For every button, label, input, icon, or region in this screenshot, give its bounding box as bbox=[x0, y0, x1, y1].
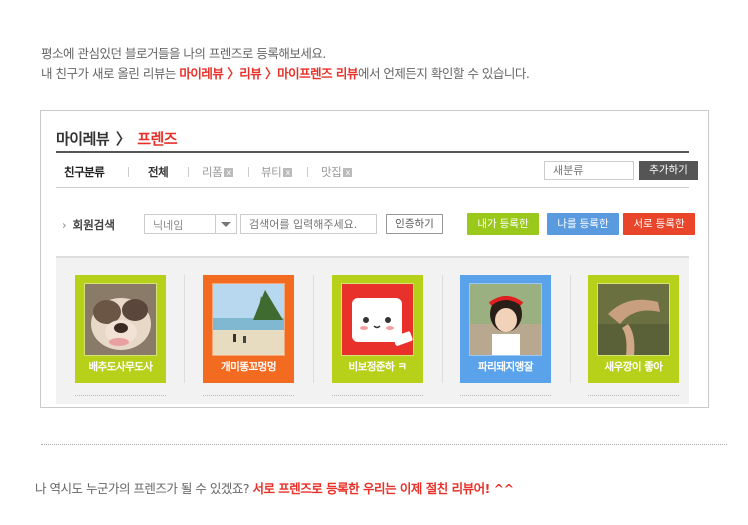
tab-divider bbox=[188, 167, 189, 177]
friend-avatar-puppy[interactable] bbox=[84, 283, 157, 356]
tab-divider bbox=[248, 167, 249, 177]
panel-title: 마이레뷰 〉 프렌즈 bbox=[56, 128, 178, 149]
section-divider bbox=[41, 444, 727, 445]
intro-path-highlight: 마이레뷰 〉리뷰 〉마이프렌즈 리뷰 bbox=[179, 66, 358, 81]
close-icon[interactable]: x bbox=[343, 168, 353, 177]
friend-avatar-character[interactable] bbox=[341, 283, 414, 356]
card-divider bbox=[570, 275, 571, 383]
card-divider bbox=[313, 275, 314, 383]
category-tabs: 친구분류 전체 리폼x 뷰티x 맛집x 추가하기 bbox=[56, 161, 698, 185]
search-type-select[interactable]: 닉네임 bbox=[144, 214, 237, 234]
friend-avatar-beach[interactable] bbox=[212, 283, 285, 356]
tab-reform-label: 리폼 bbox=[202, 165, 223, 179]
outro-text: 나 역시도 누군가의 프렌즈가 될 수 있겠죠? 서로 프렌즈로 등록한 우리는… bbox=[35, 478, 514, 497]
tab-all[interactable]: 전체 bbox=[148, 164, 169, 180]
friend-card[interactable]: 새우깡이 좋아 bbox=[588, 275, 679, 383]
tabs-divider bbox=[56, 187, 689, 188]
card-underline bbox=[203, 395, 294, 397]
member-search-bar: › 회원검색 닉네임 인증하기 내가 등록한 나를 등록한 서로 등록한 bbox=[56, 212, 696, 238]
chevron-right-icon: › bbox=[62, 218, 67, 232]
filter-registered-me-button[interactable]: 나를 등록한 bbox=[547, 213, 619, 235]
new-category-input[interactable] bbox=[544, 161, 634, 180]
friend-avatar-girl[interactable] bbox=[469, 283, 542, 356]
card-underline bbox=[332, 395, 423, 397]
card-underline bbox=[588, 395, 679, 397]
friend-card[interactable]: 파리돼지앵잘 bbox=[460, 275, 551, 383]
card-divider bbox=[442, 275, 443, 383]
chevron-down-icon[interactable] bbox=[215, 215, 236, 233]
member-search-label-text: 회원검색 bbox=[72, 218, 115, 232]
intro-line-2-post: 에서 언제든지 확인할 수 있습니다. bbox=[357, 66, 530, 81]
friends-gallery: 배추도사무도사 개미똥꼬멍멍 비보정준하 ㅋ 파리돼지앵잘 새우깡이 좋아 bbox=[56, 256, 689, 404]
tab-beauty[interactable]: 뷰티 x bbox=[261, 164, 293, 180]
outro-pre: 나 역시도 누군가의 프렌즈가 될 수 있겠죠? bbox=[35, 481, 253, 496]
intro-line-2: 내 친구가 새로 올린 리뷰는 마이레뷰 〉리뷰 〉마이프렌즈 리뷰에서 언제든… bbox=[41, 64, 530, 84]
friend-card[interactable]: 배추도사무도사 bbox=[75, 275, 166, 383]
search-button[interactable]: 인증하기 bbox=[386, 214, 443, 234]
intro-text: 평소에 관심있던 블로거들을 나의 프렌즈로 등록해보세요. 내 친구가 새로 … bbox=[41, 44, 530, 84]
tab-all-label: 전체 bbox=[148, 165, 169, 179]
friend-card[interactable]: 개미똥꼬멍멍 bbox=[203, 275, 294, 383]
card-underline bbox=[460, 395, 551, 397]
friend-name: 배추도사무도사 bbox=[88, 361, 153, 373]
filter-i-registered-button[interactable]: 내가 등록한 bbox=[467, 213, 539, 235]
friend-name: 개미똥꼬멍멍 bbox=[221, 361, 276, 373]
filter-mutual-button[interactable]: 서로 등록한 bbox=[623, 213, 695, 235]
friends-panel: 마이레뷰 〉 프렌즈 친구분류 전체 리폼x 뷰티x 맛집x 추가하기 ›회원검… bbox=[40, 110, 709, 408]
intro-line-1: 평소에 관심있던 블로거들을 나의 프렌즈로 등록해보세요. bbox=[41, 46, 326, 61]
intro-line-2-pre: 내 친구가 새로 올린 리뷰는 bbox=[41, 66, 180, 81]
tab-beauty-label: 뷰티 bbox=[261, 165, 282, 179]
tab-divider bbox=[307, 167, 308, 177]
friend-name: 비보정준하 ㅋ bbox=[348, 361, 407, 373]
title-divider bbox=[56, 151, 689, 153]
card-divider bbox=[184, 275, 185, 383]
panel-subtitle: 프렌즈 bbox=[137, 130, 178, 148]
add-category-button[interactable]: 추가하기 bbox=[639, 161, 698, 180]
search-type-value: 닉네임 bbox=[153, 219, 184, 232]
close-icon[interactable]: x bbox=[283, 168, 293, 177]
member-search-label: › 회원검색 bbox=[62, 217, 115, 233]
tab-category-label: 친구분류 bbox=[64, 165, 105, 179]
search-keyword-input[interactable] bbox=[240, 214, 377, 234]
tab-food-label: 맛집 bbox=[321, 165, 342, 179]
friend-card[interactable]: 비보정준하 ㅋ bbox=[332, 275, 423, 383]
card-underline bbox=[75, 395, 166, 397]
friend-name: 새우깡이 좋아 bbox=[604, 361, 663, 373]
tab-food[interactable]: 맛집 x bbox=[321, 164, 353, 180]
close-icon[interactable]: x bbox=[224, 168, 234, 177]
chevron-right-icon: 〉 bbox=[115, 130, 131, 148]
outro-highlight: 서로 프렌즈로 등록한 우리는 이제 절친 리뷰어! ^^ bbox=[252, 481, 514, 496]
tab-divider bbox=[128, 167, 129, 177]
panel-title-main: 마이레뷰 bbox=[56, 130, 110, 148]
friend-avatar-hands[interactable] bbox=[597, 283, 670, 356]
friend-name: 파리돼지앵잘 bbox=[478, 361, 533, 373]
tab-reform[interactable]: 리폼 x bbox=[202, 164, 234, 180]
